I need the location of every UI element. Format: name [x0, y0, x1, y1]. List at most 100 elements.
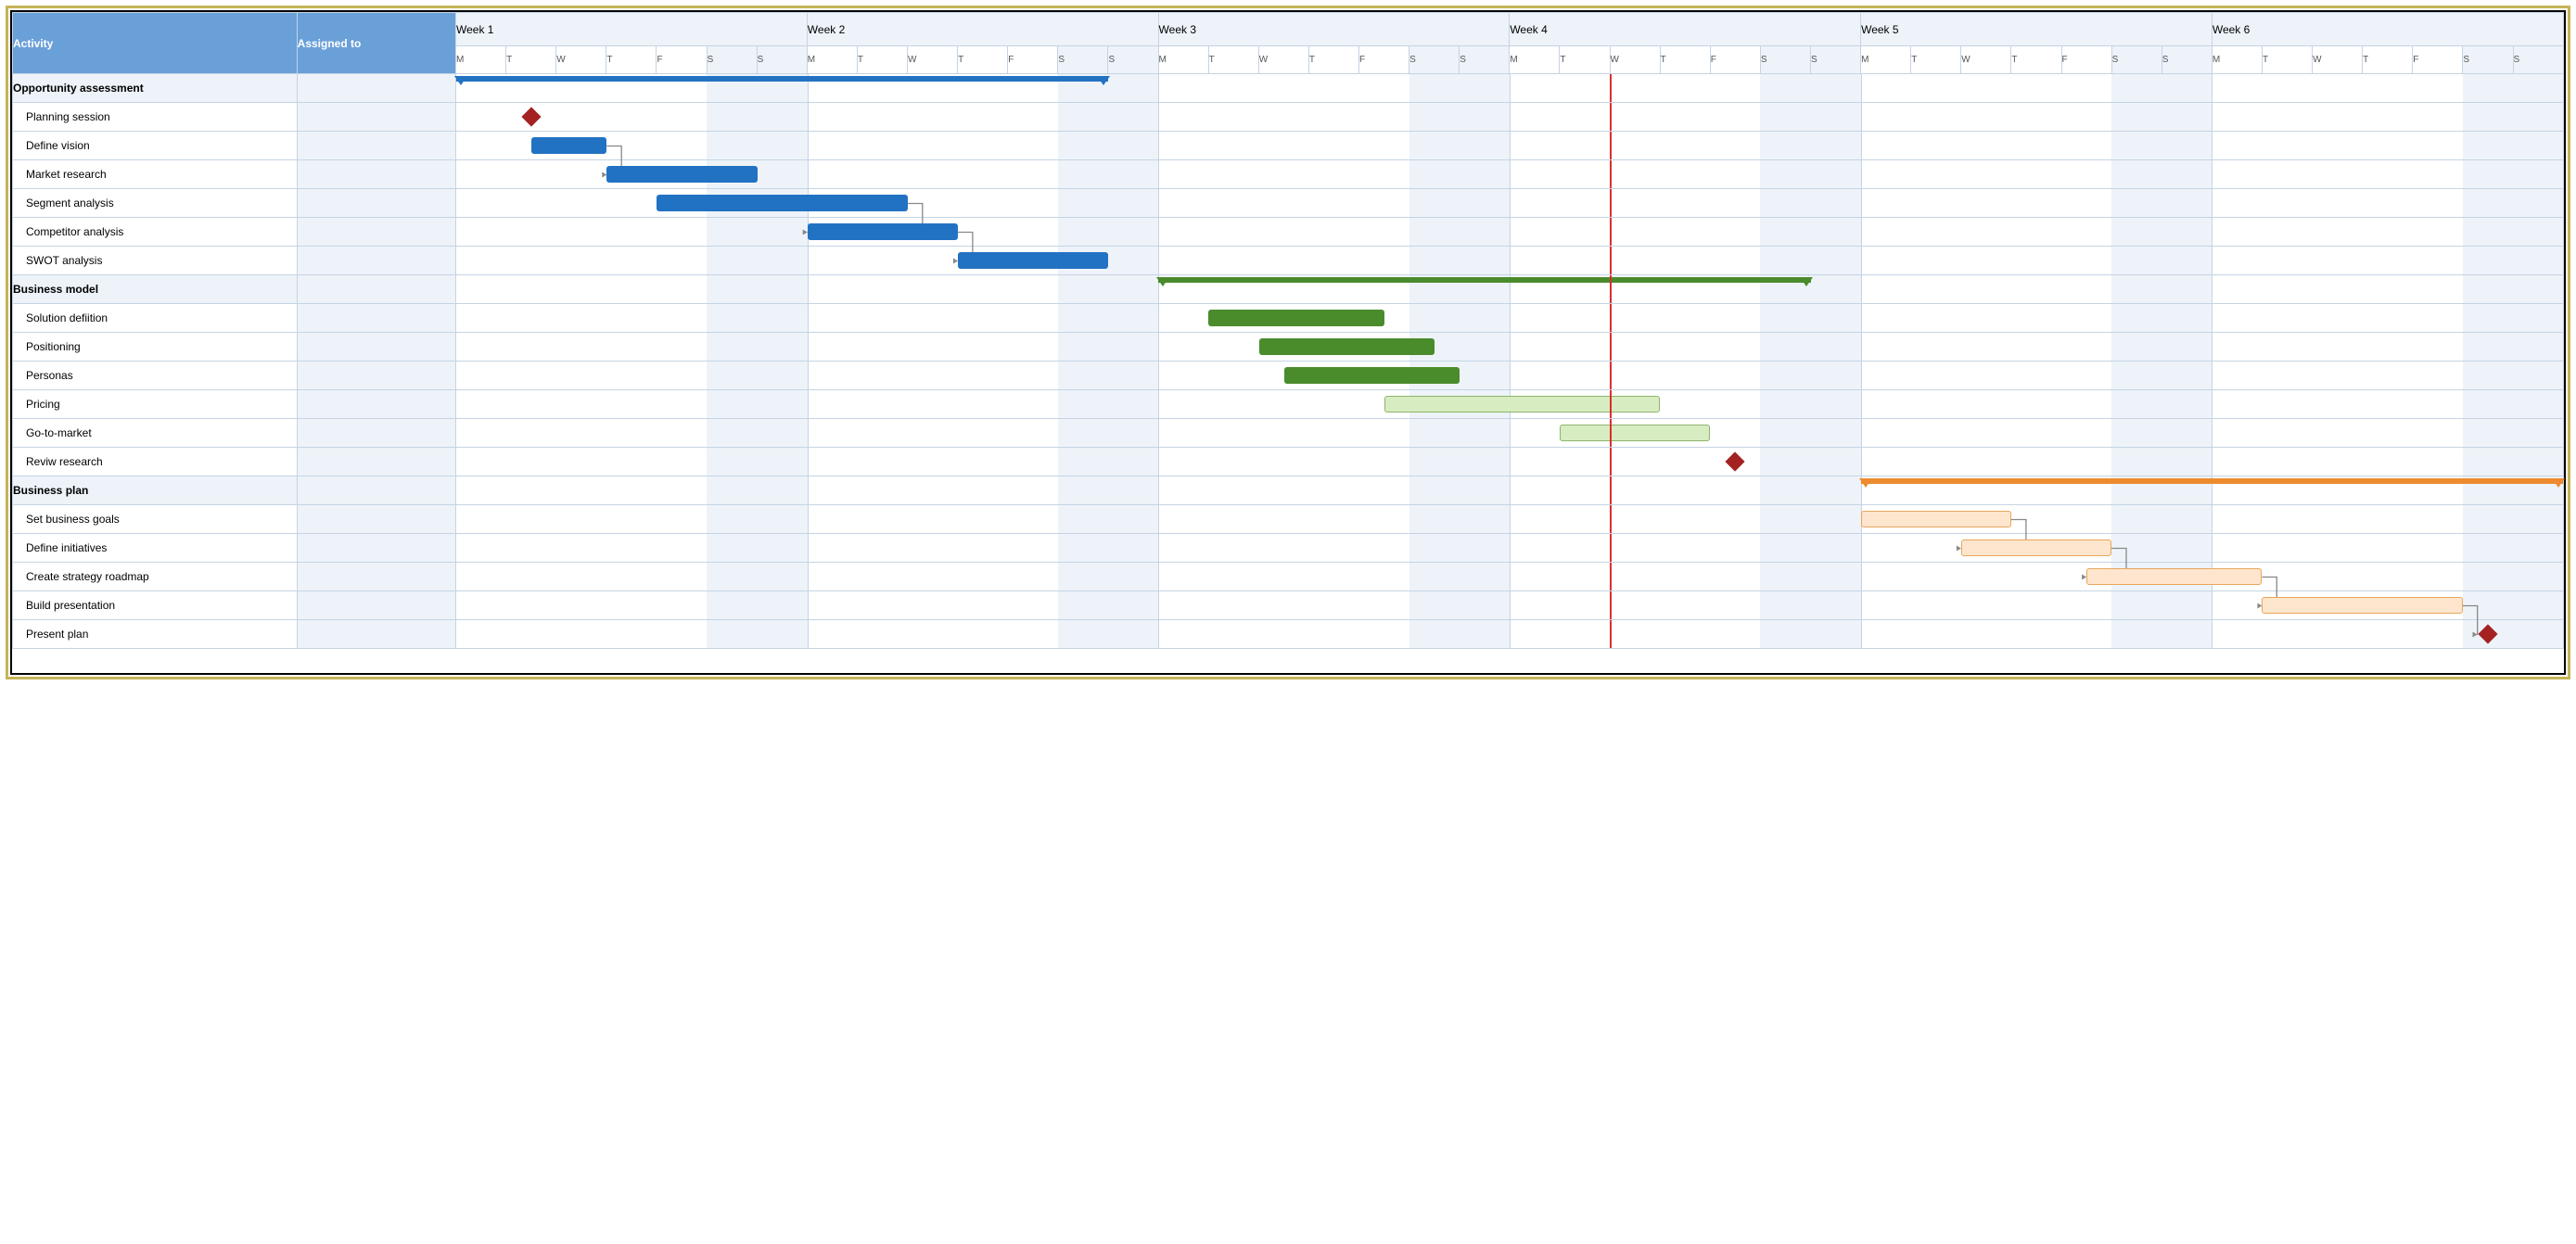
week-header-2: Week 2	[807, 13, 1158, 46]
task-bar[interactable]	[2262, 597, 2462, 614]
task-bar[interactable]	[1961, 539, 2111, 556]
today-line	[1610, 333, 1612, 361]
activity-label: Business plan	[13, 476, 298, 505]
assigned-cell	[297, 390, 455, 419]
gantt-row: Business model	[13, 275, 2564, 304]
day-header: W	[1961, 46, 2011, 74]
day-header: T	[857, 46, 907, 74]
activity-label: Personas	[13, 362, 298, 390]
header-assigned: Assigned to	[297, 13, 455, 74]
gantt-row: Business plan	[13, 476, 2564, 505]
task-bar[interactable]	[1259, 338, 1435, 355]
task-bar[interactable]	[606, 166, 757, 183]
gantt-row: Set business goals	[13, 505, 2564, 534]
task-bar[interactable]	[808, 223, 958, 240]
today-line	[1610, 534, 1612, 562]
assigned-cell	[297, 505, 455, 534]
today-line	[1610, 275, 1612, 303]
chart-cell	[456, 333, 2564, 362]
chart-cell	[456, 132, 2564, 160]
inner-frame: ActivityAssigned toWeek 1Week 2Week 3Wee…	[10, 10, 2566, 675]
day-header: S	[1810, 46, 1860, 74]
task-bar[interactable]	[958, 252, 1108, 269]
today-line	[1610, 74, 1612, 102]
task-bar[interactable]	[657, 195, 907, 211]
gantt-row: Go-to-market	[13, 419, 2564, 448]
day-header: W	[2313, 46, 2363, 74]
task-bar[interactable]	[1861, 511, 2011, 527]
gantt-row: Present plan	[13, 620, 2564, 649]
day-header: T	[606, 46, 657, 74]
day-header: M	[456, 46, 506, 74]
task-bar[interactable]	[1284, 367, 1460, 384]
assigned-cell	[297, 160, 455, 189]
day-header: S	[1760, 46, 1810, 74]
gantt-chart: ActivityAssigned toWeek 1Week 2Week 3Wee…	[12, 12, 2564, 649]
milestone-diamond[interactable]	[522, 107, 542, 126]
day-header: S	[1058, 46, 1108, 74]
task-bar[interactable]	[1208, 310, 1384, 326]
today-line	[1610, 591, 1612, 619]
task-bar[interactable]	[531, 137, 606, 154]
day-header: T	[1308, 46, 1358, 74]
day-header: S	[2111, 46, 2162, 74]
assigned-cell	[297, 476, 455, 505]
activity-label: Business model	[13, 275, 298, 304]
activity-label: Reviw research	[13, 448, 298, 476]
day-header: T	[2363, 46, 2413, 74]
assigned-cell	[297, 563, 455, 591]
assigned-cell	[297, 103, 455, 132]
day-header: M	[1158, 46, 1208, 74]
today-line	[1610, 505, 1612, 533]
today-line	[1610, 103, 1612, 131]
task-bar[interactable]	[1560, 425, 1710, 441]
chart-cell	[456, 362, 2564, 390]
today-line	[1610, 362, 1612, 389]
gantt-row: Build presentation	[13, 591, 2564, 620]
assigned-cell	[297, 419, 455, 448]
day-header: S	[707, 46, 757, 74]
activity-label: Competitor analysis	[13, 218, 298, 247]
assigned-cell	[297, 333, 455, 362]
day-header: M	[2212, 46, 2262, 74]
assigned-cell	[297, 620, 455, 649]
chart-cell	[456, 103, 2564, 132]
group-bracket	[456, 76, 1108, 83]
activity-label: Create strategy roadmap	[13, 563, 298, 591]
activity-label: Market research	[13, 160, 298, 189]
activity-label: Solution defiition	[13, 304, 298, 333]
today-line	[1610, 419, 1612, 447]
chart-cell	[456, 189, 2564, 218]
assigned-cell	[297, 591, 455, 620]
group-bracket	[1158, 277, 1810, 285]
milestone-diamond[interactable]	[1726, 451, 1745, 471]
day-header: F	[657, 46, 707, 74]
day-header: T	[2011, 46, 2061, 74]
week-header-5: Week 5	[1861, 13, 2213, 46]
day-header: T	[1911, 46, 1961, 74]
gantt-row: Reviw research	[13, 448, 2564, 476]
chart-cell	[456, 275, 2564, 304]
assigned-cell	[297, 247, 455, 275]
today-line	[1610, 304, 1612, 332]
chart-cell	[456, 534, 2564, 563]
assigned-cell	[297, 132, 455, 160]
chart-cell	[456, 505, 2564, 534]
task-bar[interactable]	[2086, 568, 2262, 585]
day-header: M	[807, 46, 857, 74]
day-header: F	[1710, 46, 1760, 74]
today-line	[1610, 160, 1612, 188]
day-header: W	[1258, 46, 1308, 74]
activity-label: SWOT analysis	[13, 247, 298, 275]
activity-label: Go-to-market	[13, 419, 298, 448]
today-line	[1610, 247, 1612, 274]
footer-text	[12, 649, 2564, 673]
assigned-cell	[297, 218, 455, 247]
assigned-cell	[297, 534, 455, 563]
chart-cell	[456, 591, 2564, 620]
gantt-row: Segment analysis	[13, 189, 2564, 218]
day-header: M	[1510, 46, 1560, 74]
task-bar[interactable]	[1384, 396, 1661, 413]
activity-label: Segment analysis	[13, 189, 298, 218]
gantt-row: Personas	[13, 362, 2564, 390]
